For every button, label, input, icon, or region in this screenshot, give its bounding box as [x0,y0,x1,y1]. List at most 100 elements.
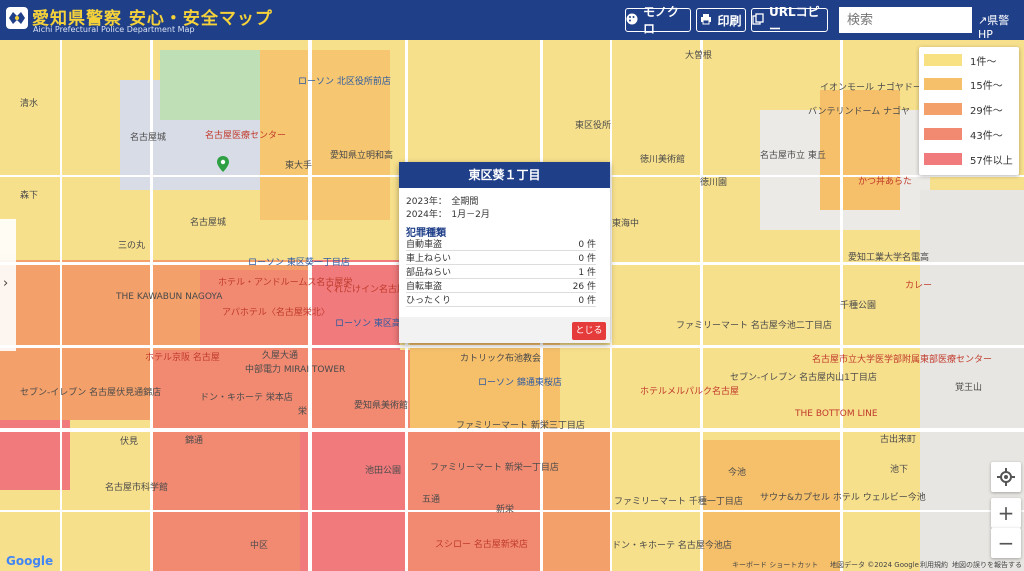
map-label: 大曽根 [685,51,713,61]
map-label: 千種公園 [840,301,877,311]
map-label: ローソン 北区役所前店 [298,77,391,87]
legend-swatch [924,128,962,140]
popup-period-2023: 2023年： 全期間 [406,197,479,207]
map-label: ファミリーマート 千種一丁目店 [614,497,743,507]
map-label: 錦通 [185,436,204,446]
map-label: 久屋大通 [262,351,299,361]
crime-count: 0 件 [578,240,596,250]
crime-count: 0 件 [578,254,596,264]
plus-icon: + [997,501,1015,525]
url-copy-button[interactable]: URLコピー [751,5,828,36]
map-label: 愛知県美術館 [354,401,409,411]
map-zone-orange-2 [540,430,610,571]
copy-icon [752,12,764,28]
legend-swatch [924,153,962,165]
crosshair-icon [997,467,1015,491]
side-panel-toggle[interactable]: › [0,219,16,351]
map-label: カレー [905,281,933,291]
crime-type-label: 部品ねらい [406,268,452,278]
legend-label: 43件～ [970,131,1003,142]
map-pin-icon[interactable] [217,156,229,176]
print-label: 印刷 [717,13,742,28]
crime-type-label: 車上ねらい [406,254,452,264]
printer-icon [700,13,712,28]
map-label: 三の丸 [118,241,146,251]
crime-count: 26 件 [572,282,596,292]
close-popup-button[interactable]: とじる [572,322,606,340]
legend-row: 43件～ [924,126,1014,142]
map-label: バンテリンドーム ナゴヤ [808,107,911,117]
map-label: アパホテル〈名古屋栄北〉 [222,308,330,318]
external-link-icon: ↗ [978,14,988,27]
road-v7 [60,40,62,571]
legend-label: 1件～ [970,57,997,68]
legend-row: 1件～ [924,52,1014,68]
map-label: 中部電力 MIRAI TOWER [245,365,346,375]
map-zone-park [160,50,260,120]
report-error-link[interactable]: 地図の誤りを報告する [952,560,1022,570]
area-info-popup: 東区葵１丁目 2023年： 全期間 2024年： 1月－2月 犯罪種類 自動車盗… [399,162,610,343]
map-label: サウナ&カプセル ホテル ウェルビー今池 [760,493,926,503]
map-zone-red-5 [300,430,410,571]
map-label: 東区役所 [575,121,612,131]
police-logo-icon [6,7,28,29]
map-label: 名古屋市立 東丘 [760,151,826,161]
chevron-right-icon: › [3,276,9,291]
map-label: 名古屋医療センター [205,131,287,141]
map-label: 東大手 [285,161,313,171]
zoom-in-button[interactable]: + [991,498,1021,528]
url-copy-label: URLコピー [769,5,820,36]
map-label: ローソン 錦通東桜店 [478,378,562,388]
zoom-out-button[interactable]: − [991,528,1021,558]
print-button[interactable]: 印刷 [696,8,746,32]
road-v5 [700,40,703,571]
road-h2 [0,345,1024,348]
palette-icon [626,13,638,28]
map-label: 池下 [890,465,909,475]
legend-label: 57件以上 [970,156,1013,167]
map-label: 今池 [728,468,747,478]
map-label: 清水 [20,99,39,109]
legend-row: 57件以上 [924,151,1014,167]
map-label: ドン・キホーテ 栄本店 [200,393,293,403]
search-input[interactable] [839,7,972,33]
crime-type-label: ひったくり [406,296,452,306]
map-label: 東海中 [612,219,640,229]
my-location-button[interactable] [991,462,1021,492]
map-label: 五通 [422,495,441,505]
google-logo: Google [6,554,54,568]
map-label: スシロー 名古屋新栄店 [435,540,528,550]
map-label: 森下 [20,191,39,201]
crime-row: 車上ねらい 0 件 [406,251,596,265]
crime-type-label: 自転車盗 [406,282,443,292]
map-label: 名古屋城 [190,218,227,228]
crime-row: 部品ねらい 1 件 [406,265,596,279]
map-label: 愛知県立明和高 [330,151,394,161]
popup-title: 東区葵１丁目 [399,162,610,188]
crime-count: 1 件 [578,268,596,278]
map-label: ドン・キホーテ 名古屋今池店 [612,541,732,551]
legend-swatch [924,54,962,66]
map-data-credit: 地図データ ©2024 Google [830,561,919,569]
map-label: 徳川園 [700,178,728,188]
monochrome-button[interactable]: モノクロ [625,5,691,36]
legend-row: 29件～ [924,101,1014,117]
legend-panel: 1件～ 15件～ 29件～ 43件～ 57件以上 [919,47,1019,175]
header-bar: 愛知県警察 安心・安全マップ Aichi Prefectural Police … [0,0,1024,41]
keyboard-shortcuts-link[interactable]: キーボード ショートカット [732,560,818,570]
terms-link[interactable]: 利用規約 [920,560,948,570]
map-label: ローソン 東区葵一丁目店 [248,258,350,268]
legend-label: 29件～ [970,106,1003,117]
pref-hp-link[interactable]: ↗県警HP [978,12,1024,41]
legend-row: 15件～ [924,76,1014,92]
map-label: 古出来町 [880,435,917,445]
map-label: 中区 [250,541,269,551]
crime-row: ひったくり 0 件 [406,293,596,307]
map-label: 池田公園 [365,466,402,476]
map-label: 名古屋城 [130,133,167,143]
map-label: 栄 [298,407,308,417]
map-label: 伏見 [120,437,139,447]
map-label: 名古屋市立大学医学部附属東部医療センター [812,355,993,365]
legend-label: 15件～ [970,81,1003,92]
crime-count: 0 件 [578,296,596,306]
